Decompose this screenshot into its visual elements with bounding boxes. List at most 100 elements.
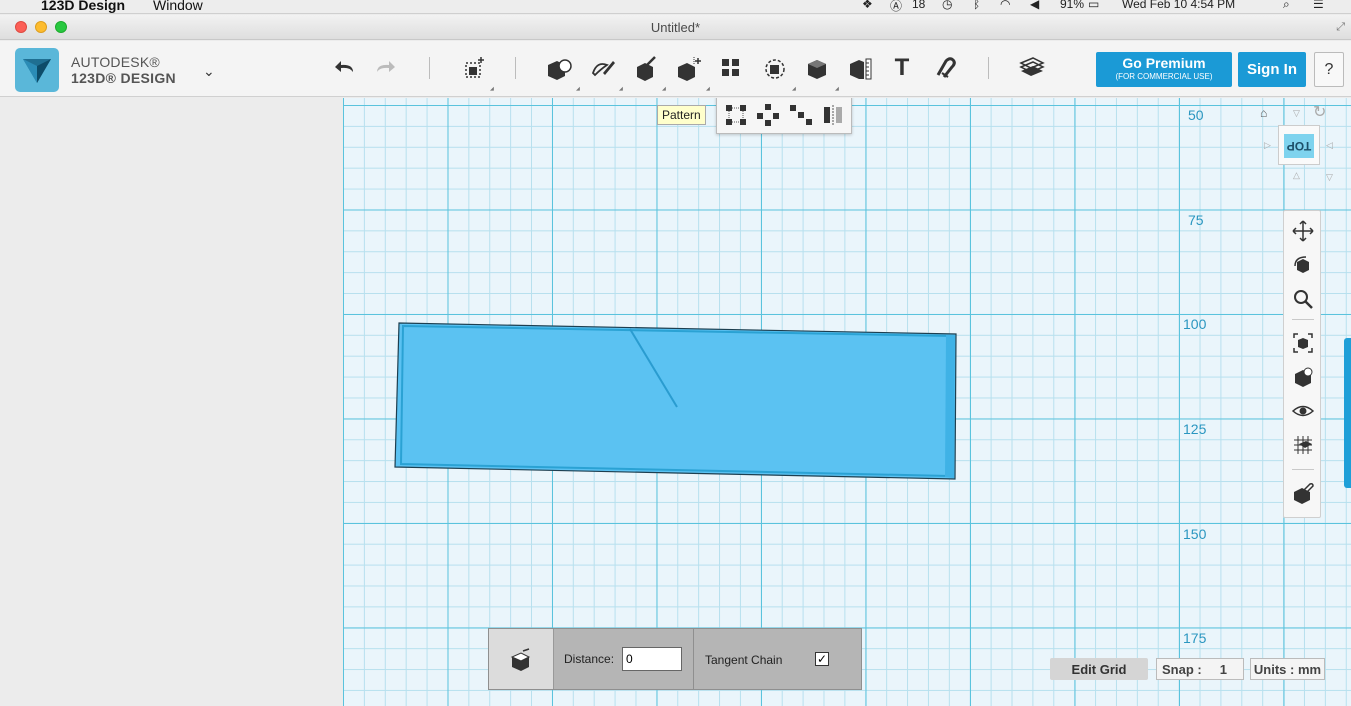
wifi-icon[interactable]: ◠ [1000,0,1010,11]
app-menu-chevron-icon[interactable]: ⌄ [203,63,215,80]
view-up-arrow-icon[interactable]: ▽ [1293,108,1300,119]
construct-tool-button[interactable] [631,53,661,83]
viewcube-menu-icon[interactable]: ▽ [1326,172,1333,183]
bluetooth-icon[interactable]: ᛒ [973,0,980,11]
os-menu-bar: 123D Design Window ❖ Ⓐ 18 ◷ ᛒ ◠ ◀ 91% ▭ … [0,0,1351,14]
app-logo[interactable] [15,48,59,92]
volume-icon[interactable]: ◀ [1030,0,1039,11]
pattern-tooltip: Pattern [657,105,706,125]
material-view-button[interactable] [1288,431,1318,459]
material-tool-button[interactable] [1017,53,1047,83]
perspective-button[interactable] [1288,363,1318,391]
brand-autodesk: AUTODESK® [71,54,160,70]
rectangular-pattern-icon [726,105,746,125]
group-dropdown-icon[interactable]: ◢ [792,86,796,92]
orbit-icon [1294,256,1309,273]
redo-icon [377,61,395,72]
primitives-dropdown-icon[interactable]: ◢ [576,86,580,92]
adobe-icon[interactable]: Ⓐ [890,0,902,13]
logo-icon [23,59,51,83]
view-cube[interactable]: TOP [1278,125,1320,165]
sign-in-button[interactable]: Sign In [1238,52,1306,87]
magnet-icon [936,57,956,78]
zoom-button[interactable] [1288,285,1318,313]
spotlight-icon[interactable]: ⌕ [1283,0,1290,12]
mirror-button[interactable] [820,102,846,128]
view-left-arrow-icon[interactable]: ▷ [1264,140,1271,151]
primitives-icon [548,59,572,80]
group-tool-button[interactable] [760,53,790,83]
view-right-arrow-icon[interactable]: ◁ [1326,140,1333,151]
left-panel [0,98,343,706]
home-view-icon[interactable]: ⌂ [1260,106,1267,120]
rotate-view-icon[interactable]: ↻ [1313,102,1326,122]
layers-icon [1019,57,1045,76]
modify-dropdown-icon[interactable]: ◢ [706,86,710,92]
view-cube-top-face[interactable]: TOP [1284,134,1314,158]
go-premium-button[interactable]: Go Premium (FOR COMMERCIAL USE) [1096,52,1232,87]
group-icon [765,59,785,79]
orbit-button[interactable] [1288,251,1318,279]
snap-setting[interactable]: Snap : 1 [1156,658,1244,680]
tangent-chain-label: Tangent Chain [705,653,783,667]
toolbar-separator [515,57,516,79]
operation-icon-cell[interactable] [489,629,554,689]
sketch-dropdown-icon[interactable]: ◢ [619,86,623,92]
snap-tool-button[interactable] [930,53,960,83]
help-button[interactable]: ? [1314,52,1344,87]
combine-dropdown-icon[interactable]: ◢ [835,86,839,92]
fit-view-button[interactable] [1288,329,1318,357]
path-pattern-icon [790,105,812,125]
sketch-pencil-icon [591,61,615,77]
snap-view-button[interactable] [1288,479,1318,507]
combine-tool-button[interactable] [803,53,833,83]
edit-grid-button[interactable]: Edit Grid [1050,658,1148,680]
redo-button[interactable] [370,53,400,83]
measure-icon [850,58,872,80]
menu-window[interactable]: Window [153,0,203,13]
sketch-shape[interactable] [343,98,1351,706]
toolbar-separator [429,57,430,79]
pattern-tool-button[interactable] [716,53,746,83]
distance-input[interactable] [622,647,682,671]
visibility-button[interactable] [1288,397,1318,425]
circular-pattern-icon [757,104,779,126]
tweak-cube-icon [510,648,531,671]
notification-center-icon[interactable]: ☰ [1313,0,1324,11]
construct-dropdown-icon[interactable]: ◢ [662,86,666,92]
transform-cube-icon [465,57,484,78]
main-toolbar: AUTODESK® 123D® DESIGN ⌄ ◢ ◢ ◢ ◢ ◢ ◢ ◢ T [0,41,1351,97]
pan-button[interactable] [1288,217,1318,245]
text-tool-button[interactable]: T [887,53,917,83]
fit-view-icon [1293,333,1313,353]
design-canvas[interactable]: 50 75 100 125 150 175 Pattern ⌂ ▽ ↻ ▷ ◁ … [343,98,1351,706]
undo-button[interactable] [330,53,360,83]
circular-pattern-button[interactable] [755,102,781,128]
view-down-arrow-icon[interactable]: △ [1293,170,1300,181]
clock[interactable]: Wed Feb 10 4:54 PM [1122,0,1235,11]
snap-cube-icon [1294,483,1314,504]
pattern-icon [722,59,739,76]
perspective-icon [1295,367,1313,387]
nav-separator [1292,469,1314,470]
time-machine-icon[interactable]: ◷ [942,0,952,11]
navigation-bar [1283,210,1321,518]
units-setting[interactable]: Units : mm [1250,658,1325,680]
transform-tool-button[interactable] [459,53,489,83]
primitives-tool-button[interactable] [544,53,574,83]
dropbox-icon[interactable]: ❖ [862,0,873,11]
side-panel-tab[interactable] [1344,338,1351,488]
mirror-icon [824,105,842,125]
sketch-tool-button[interactable] [588,53,618,83]
modify-tool-button[interactable] [674,53,704,83]
path-pattern-button[interactable] [788,102,814,128]
transform-dropdown-icon[interactable]: ◢ [490,86,494,92]
battery-icon[interactable]: ▭ [1088,0,1099,11]
measure-tool-button[interactable] [845,53,875,83]
tangent-chain-checkbox[interactable]: ✓ [815,652,829,666]
menu-app-name[interactable]: 123D Design [41,0,125,13]
toolbar-separator [988,57,989,79]
notification-count: 18 [912,0,926,11]
rectangular-pattern-button[interactable] [723,102,749,128]
fullscreen-icon[interactable]: ⤢ [1336,21,1345,34]
